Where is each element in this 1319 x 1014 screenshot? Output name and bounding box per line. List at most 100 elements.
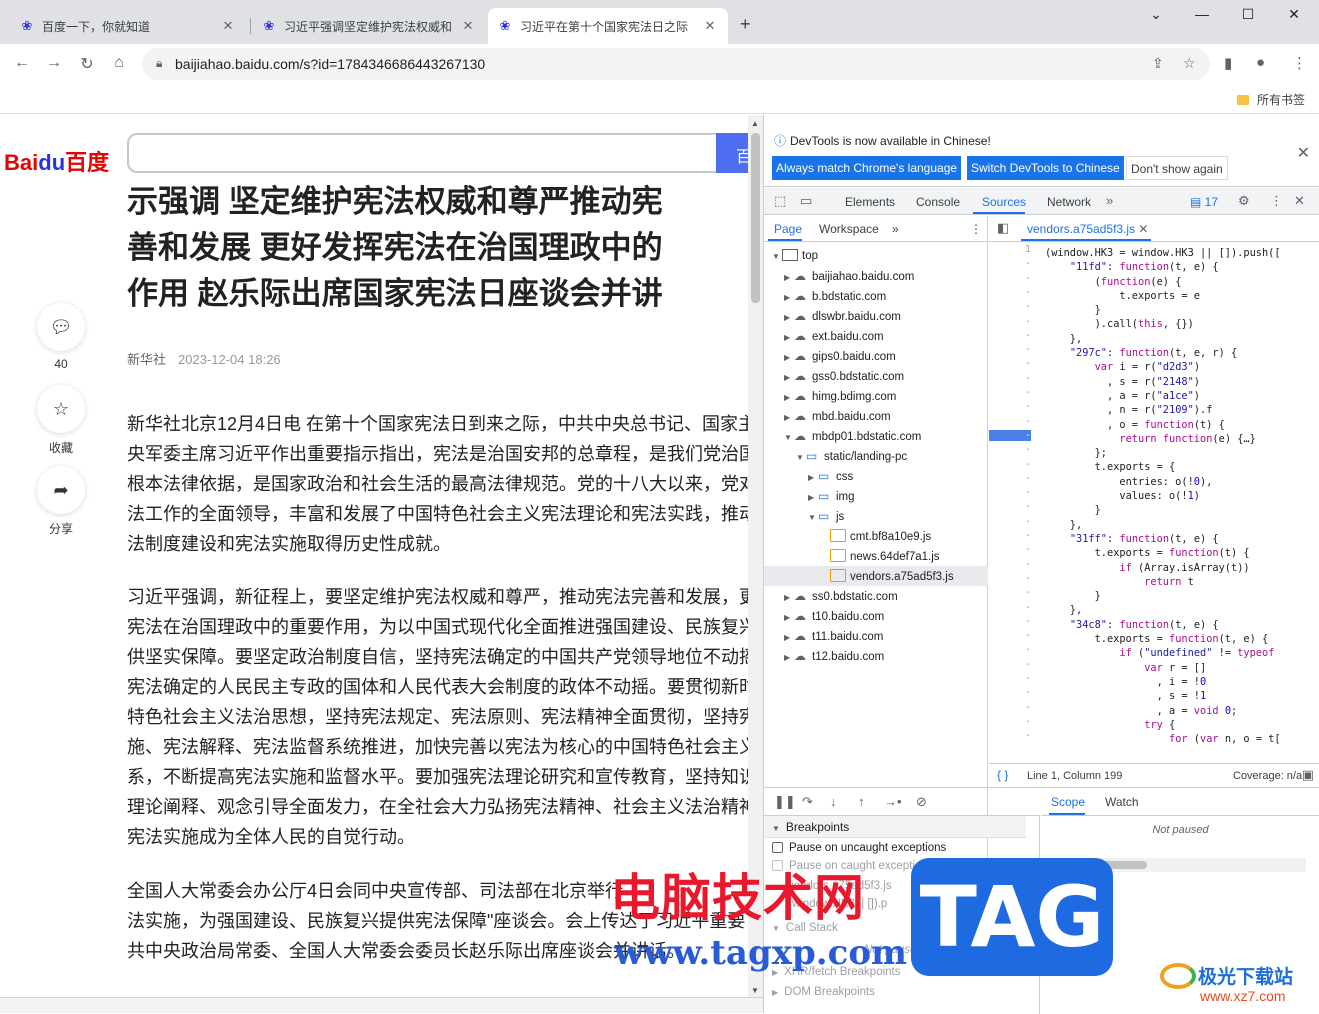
tree-item[interactable]: ▼ ▭ static/landing-pc — [764, 446, 988, 466]
window-close-icon[interactable]: ✕ — [1284, 6, 1304, 23]
tab-console[interactable]: Console — [916, 195, 960, 209]
chevron-right-icon[interactable]: ▶ — [784, 393, 794, 402]
chevron-right-icon[interactable]: ▶ — [784, 293, 794, 302]
line-number[interactable]: - — [989, 287, 1031, 298]
toggle-navigator-icon[interactable]: ◧ — [997, 220, 1009, 236]
line-number[interactable]: - — [989, 530, 1031, 541]
url-text[interactable]: baijiahao.baidu.com/s?id=178434668644326… — [175, 56, 485, 72]
line-number[interactable]: - — [989, 316, 1031, 327]
line-number[interactable]: - — [989, 516, 1031, 527]
line-number[interactable]: 1 — [989, 244, 1031, 255]
line-number[interactable]: - — [989, 344, 1031, 355]
line-gutter[interactable]: 1 - - - - - - - - - - - - - - - - - - - - - - - - - - - - - - - - - - — [989, 244, 1039, 844]
chevron-down-icon[interactable]: ▼ — [796, 453, 806, 462]
chevron-right-icon[interactable]: ▶ — [784, 593, 794, 602]
search-button[interactable]: 百 — [716, 133, 748, 173]
line-number[interactable]: - — [989, 630, 1031, 641]
navigator-menu-icon[interactable]: ⋮ — [970, 222, 982, 236]
pause-icon[interactable]: ❚❚ — [774, 794, 796, 810]
tree-item[interactable]: ▼ ▭ js — [764, 506, 988, 526]
tree-item[interactable]: vendors.a75ad5f3.js — [764, 566, 988, 586]
tree-item[interactable]: ▶ ☁ ss0.bdstatic.com — [764, 586, 988, 606]
tree-item[interactable]: news.64def7a1.js — [764, 546, 988, 566]
close-file-icon[interactable]: ✕ — [1138, 222, 1148, 236]
chevron-right-icon[interactable]: ▶ — [784, 313, 794, 322]
close-tab-icon[interactable]: ✕ — [220, 18, 236, 34]
chevron-right-icon[interactable]: ▶ — [784, 273, 794, 282]
lock-icon[interactable]: 🔒︎ — [156, 56, 162, 71]
settings-gear-icon[interactable]: ⚙ — [1238, 193, 1250, 209]
chevron-down-icon[interactable]: ▼ — [808, 513, 818, 522]
new-tab-icon[interactable]: + — [740, 14, 751, 35]
inspect-element-icon[interactable]: ⬚ — [774, 193, 786, 209]
close-tab-icon[interactable]: ✕ — [460, 18, 476, 34]
editor-file-tab[interactable]: vendors.a75ad5f3.js ✕ — [1027, 222, 1148, 236]
tab-baidu-home[interactable]: ❀ 百度一下，你就知道 ✕ — [10, 8, 246, 44]
more-tabs-icon[interactable]: » — [1106, 193, 1113, 208]
article-source[interactable]: 新华社 — [127, 352, 166, 367]
tree-item[interactable]: ▶ ☁ t10.baidu.com — [764, 606, 988, 626]
line-number[interactable]: - — [989, 730, 1031, 741]
coverage-icon[interactable]: ▣ — [1302, 767, 1314, 783]
tree-item[interactable]: ▶ ☁ b.bdstatic.com — [764, 286, 988, 306]
tab-elements[interactable]: Elements — [845, 195, 895, 209]
kebab-menu-icon[interactable]: ⋮ — [1292, 54, 1307, 72]
tree-item[interactable]: ▶ ☁ t11.baidu.com — [764, 626, 988, 646]
line-number[interactable]: - — [989, 444, 1031, 455]
chevron-right-icon[interactable]: ▶ — [784, 333, 794, 342]
chevron-right-icon[interactable]: ▶ — [784, 413, 794, 422]
line-number[interactable]: - — [989, 416, 1031, 427]
line-number[interactable]: - — [989, 459, 1031, 470]
address-bar[interactable]: 🔒︎ baijiahao.baidu.com/s?id=178434668644… — [142, 48, 1210, 80]
share-action[interactable]: ➦ 分享 — [36, 466, 86, 537]
line-number[interactable]: - — [989, 573, 1031, 584]
home-icon[interactable]: ⌂ — [109, 54, 129, 72]
forward-icon[interactable]: → — [44, 54, 64, 72]
close-tab-icon[interactable]: ✕ — [702, 18, 718, 34]
step-out-icon[interactable]: ↑ — [858, 794, 865, 809]
dom-breakpoints-header[interactable]: ▶ DOM Breakpoints — [772, 986, 875, 998]
switch-chinese-button[interactable]: Switch DevTools to Chinese — [967, 156, 1124, 180]
line-number[interactable]: - — [989, 401, 1031, 412]
line-number[interactable]: - — [989, 687, 1031, 698]
tab-scope[interactable]: Scope — [1051, 795, 1085, 809]
minimize-icon[interactable]: — — [1192, 6, 1212, 22]
line-number[interactable]: - — [989, 487, 1031, 498]
search-input[interactable] — [127, 133, 717, 173]
line-number[interactable]: - — [989, 673, 1031, 684]
tree-item[interactable]: ▶ ☁ dlswbr.baidu.com — [764, 306, 988, 326]
tree-item[interactable]: ▼ top — [764, 246, 988, 266]
tree-item[interactable]: ▼ ☁ mbdp01.bdstatic.com — [764, 426, 988, 446]
share-icon[interactable]: ➦ — [37, 466, 85, 514]
breakpoints-header[interactable]: ▼ Breakpoints — [764, 816, 1026, 838]
share-page-icon[interactable]: ⇪ — [1152, 55, 1164, 72]
line-number[interactable]: - — [989, 644, 1031, 655]
chevron-right-icon[interactable]: ▶ — [784, 653, 794, 662]
star-icon[interactable]: ☆ — [37, 385, 85, 433]
chevron-right-icon[interactable]: ▶ — [784, 373, 794, 382]
line-number[interactable]: - — [989, 702, 1031, 713]
all-bookmarks[interactable]: 所有书签 — [1236, 91, 1305, 108]
line-number[interactable]: - — [989, 559, 1031, 570]
line-number[interactable]: - — [989, 616, 1031, 627]
checkbox-icon[interactable] — [772, 842, 783, 853]
baidu-logo[interactable]: Baidu百度 — [4, 145, 109, 177]
profile-avatar-icon[interactable]: ● — [1256, 54, 1265, 71]
tab-workspace[interactable]: Workspace — [819, 222, 879, 236]
breakpoint-marker[interactable]: - — [989, 429, 1031, 441]
tree-item[interactable]: ▶ ☁ himg.bdimg.com — [764, 386, 988, 406]
tab-search-icon[interactable]: ⌄ — [1146, 6, 1166, 23]
tab-watch[interactable]: Watch — [1105, 795, 1139, 809]
favorite-action[interactable]: ☆ 收藏 — [36, 385, 86, 456]
tab-network[interactable]: Network — [1047, 195, 1091, 209]
code-view[interactable]: (window.HK3 = window.HK3 || []).push([ "… — [1045, 246, 1307, 846]
line-number[interactable]: - — [989, 301, 1031, 312]
dont-show-button[interactable]: Don't show again — [1126, 156, 1228, 180]
line-number[interactable]: - — [989, 602, 1031, 613]
chevron-right-icon[interactable]: ▶ — [808, 493, 818, 502]
more-nav-tabs-icon[interactable]: » — [892, 222, 899, 236]
line-number[interactable]: - — [989, 273, 1031, 284]
chevron-down-icon[interactable]: ▼ — [772, 252, 782, 261]
issues-badge[interactable]: ▤ 17 — [1190, 195, 1218, 209]
scroll-down-icon[interactable]: ▼ — [751, 986, 759, 995]
